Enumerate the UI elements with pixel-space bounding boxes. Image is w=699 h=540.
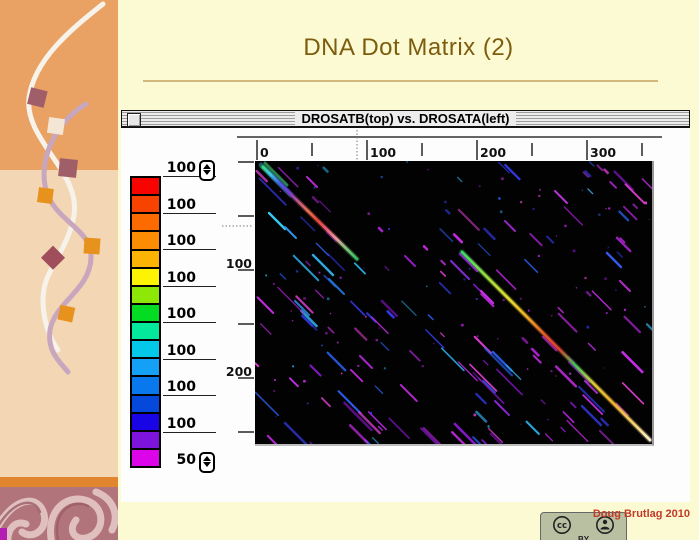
legend-color-block — [132, 429, 159, 448]
sidebar-mid-band — [0, 170, 118, 477]
legend-value-label: 100 — [166, 160, 196, 176]
legend-value-label: 100 — [166, 379, 196, 395]
sidebar-orange-strip — [0, 477, 118, 487]
legend-top-stepper[interactable] — [199, 160, 215, 181]
corner-accent — [0, 528, 7, 540]
dot-matrix-plot[interactable] — [255, 161, 654, 446]
legend-color-block — [132, 248, 159, 267]
legend-value-label: 100 — [166, 233, 196, 249]
legend-divider-line — [163, 212, 216, 214]
legend-value-label: 100 — [166, 342, 196, 359]
sidebar-top-band — [0, 0, 118, 170]
svg-text:cc: cc — [557, 521, 567, 531]
paisley-pattern — [0, 487, 119, 540]
legend-bottom-stepper[interactable] — [199, 452, 215, 473]
stepper-down-icon[interactable] — [203, 462, 211, 467]
page-title: DNA Dot Matrix (2) — [303, 34, 514, 61]
legend-value-label: 50 — [176, 452, 196, 468]
legend-color-block — [132, 178, 159, 195]
legend-color-block — [132, 212, 159, 231]
cc-icon: cc — [553, 516, 572, 534]
slide: DNA Dot Matrix (2) DROSATB(top) vs. DROS… — [0, 0, 699, 540]
legend-divider-line — [163, 285, 216, 287]
legend-color-block — [132, 321, 159, 340]
title-underline — [143, 80, 658, 82]
cc-by-label: BY — [577, 535, 590, 540]
legend-divider-line — [163, 431, 216, 433]
alignment-diagonal — [460, 250, 652, 442]
stepper-up-icon[interactable] — [203, 456, 211, 461]
legend-value-label: 100 — [166, 306, 196, 322]
window-title: DROSATB(top) vs. DROSATA(left) — [294, 111, 517, 126]
legend-value-label: 100 — [166, 269, 196, 286]
legend-color-block — [132, 393, 159, 412]
legend-color-block — [132, 357, 159, 376]
legend-color-block — [132, 284, 159, 303]
score-legend: 100 100 100 100 100 100 100 100 50 — [130, 160, 222, 490]
match-streaks — [255, 161, 652, 444]
stepper-up-icon[interactable] — [203, 164, 211, 169]
legend-value-label: 100 — [166, 196, 196, 213]
legend-divider-line — [163, 322, 216, 323]
dna-helix-graphic — [0, 0, 119, 540]
sidebar-decoration — [0, 0, 119, 540]
legend-divider-line — [163, 395, 216, 396]
legend-divider-line — [163, 358, 216, 360]
window-titlebar[interactable]: DROSATB(top) vs. DROSATA(left) — [121, 110, 690, 128]
stepper-down-icon[interactable] — [203, 170, 211, 175]
legend-value-label: 100 — [166, 415, 196, 432]
close-box-icon[interactable] — [127, 113, 141, 127]
credit-text: Doug Brutlag 2010 — [592, 508, 690, 520]
legend-divider-line — [163, 249, 216, 250]
